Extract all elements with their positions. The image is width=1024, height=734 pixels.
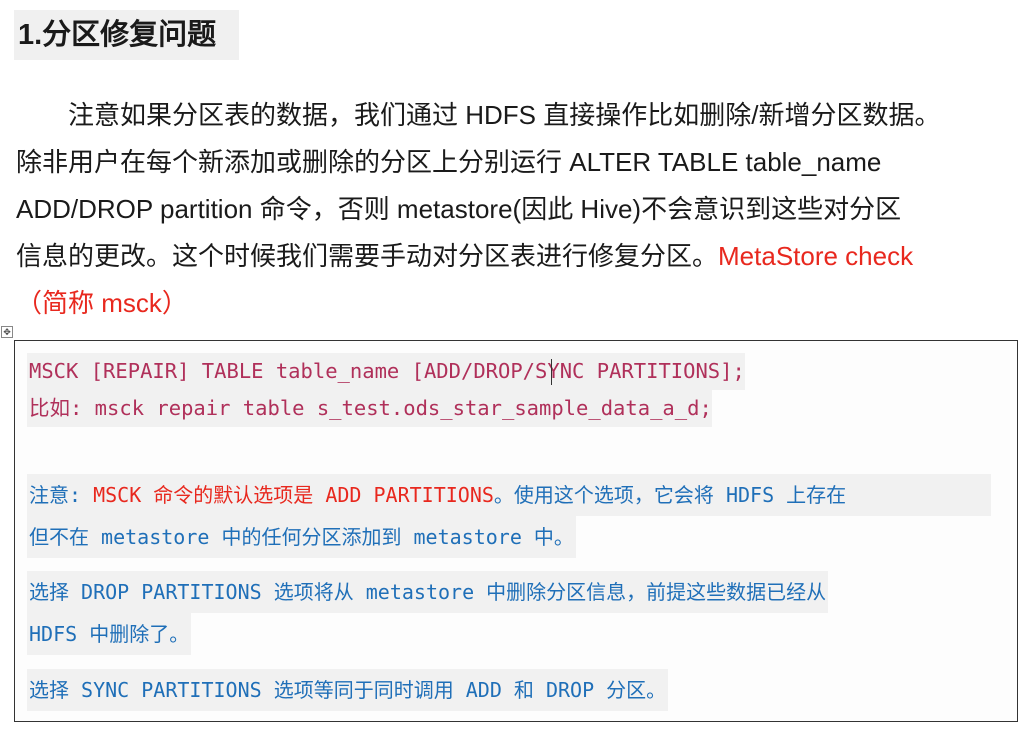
paragraph-line: 注意如果分区表的数据，我们通过 HDFS 直接操作比如删除/新增分区数据。	[16, 100, 941, 130]
msck-example-line: 比如: msck repair table s_test.ods_star_sa…	[27, 390, 712, 427]
text-cursor	[551, 359, 552, 385]
section-heading: 1.分区修复问题	[14, 10, 239, 60]
paragraph-line: 信息的更改。这个时候我们需要手动对分区表进行修复分区。MetaStore che…	[16, 233, 1016, 280]
msck-syntax-line: MSCK [REPAIR] TABLE table_name [ADD/DROP…	[27, 353, 745, 390]
paragraph-line: 除非用户在每个新添加或删除的分区上分别运行 ALTER TABLE table_…	[16, 147, 882, 177]
paragraph-line: ADD/DROP partition 命令，否则 metastore(因此 Hi…	[16, 194, 902, 224]
msck-abbreviation: （简称 msck）	[16, 288, 188, 318]
note-drop-option-line2: HDFS 中删除了。	[27, 613, 192, 655]
note-label: 注意:	[29, 483, 82, 507]
note-text: 。使用这个选项，它会将 HDFS 上存在	[493, 483, 847, 507]
note-red-text: MSCK 命令的默认选项是 ADD PARTITIONS	[81, 483, 494, 507]
note-sync-option: 选择 SYNC PARTITIONS 选项等同于同时调用 ADD 和 DROP …	[27, 669, 669, 711]
note-drop-option: 选择 DROP PARTITIONS 选项将从 metastore 中删除分区信…	[27, 571, 829, 613]
intro-paragraph: 注意如果分区表的数据，我们通过 HDFS 直接操作比如删除/新增分区数据。 除非…	[16, 92, 1016, 327]
note-default-option-line2: 但不在 metastore 中的任何分区添加到 metastore 中。	[27, 516, 576, 558]
code-table-cell[interactable]: MSCK [REPAIR] TABLE table_name [ADD/DROP…	[14, 340, 1018, 722]
paragraph-text: 信息的更改。这个时候我们需要手动对分区表进行修复分区。	[16, 241, 719, 271]
metastore-check-highlight: MetaStore check	[718, 241, 914, 271]
table-move-handle-icon[interactable]: ✥	[1, 326, 13, 338]
note-default-option: 注意: MSCK 命令的默认选项是 ADD PARTITIONS。使用这个选项，…	[27, 474, 991, 516]
